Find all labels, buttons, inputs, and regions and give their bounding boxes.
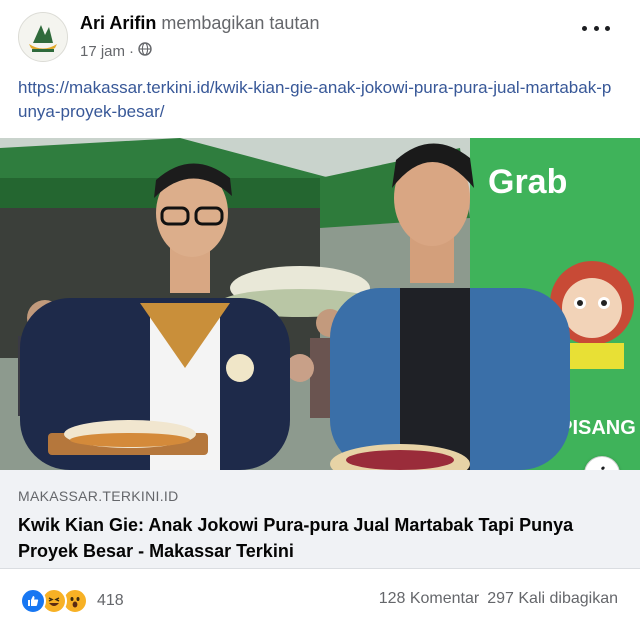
link-domain: MAKASSAR.TERKINI.ID (18, 488, 179, 504)
profile-avatar[interactable] (18, 12, 68, 62)
post-footer: 418 128 Komentar 297 Kali dibagikan (0, 578, 640, 618)
link-preview-image[interactable]: Grab G PISANG (0, 138, 640, 470)
link-title[interactable]: Kwik Kian Gie: Anak Jokowi Pura-pura Jua… (18, 512, 618, 564)
like-icon (20, 588, 46, 614)
engagement-stats: 128 Komentar 297 Kali dibagikan (379, 590, 618, 608)
comment-count[interactable]: 128 Komentar (379, 590, 480, 608)
globe-icon[interactable] (138, 42, 152, 60)
meta-separator: · (129, 42, 135, 60)
link-preview-card[interactable]: MAKASSAR.TERKINI.ID Kwik Kian Gie: Anak … (0, 470, 640, 569)
author-line: Ari Arifin membagikan tautan (80, 13, 319, 34)
avatar-emblem (19, 13, 67, 61)
post-meta: 17 jam · (80, 42, 152, 60)
reaction-count: 418 (97, 592, 124, 609)
share-action-text: membagikan tautan (161, 13, 320, 33)
reaction-summary[interactable]: 418 (20, 588, 124, 614)
post-header: Ari Arifin membagikan tautan 17 jam · (0, 0, 640, 70)
facebook-post: Ari Arifin membagikan tautan 17 jam · ht… (0, 0, 640, 626)
more-options-icon[interactable] (582, 18, 610, 38)
post-link[interactable]: https://makassar.terkini.id/kwik-kian-gi… (18, 76, 618, 124)
post-timestamp[interactable]: 17 jam (80, 43, 125, 60)
author-name[interactable]: Ari Arifin (80, 13, 156, 33)
share-count[interactable]: 297 Kali dibagikan (487, 590, 618, 608)
banner-grab-text: Grab (488, 163, 567, 201)
